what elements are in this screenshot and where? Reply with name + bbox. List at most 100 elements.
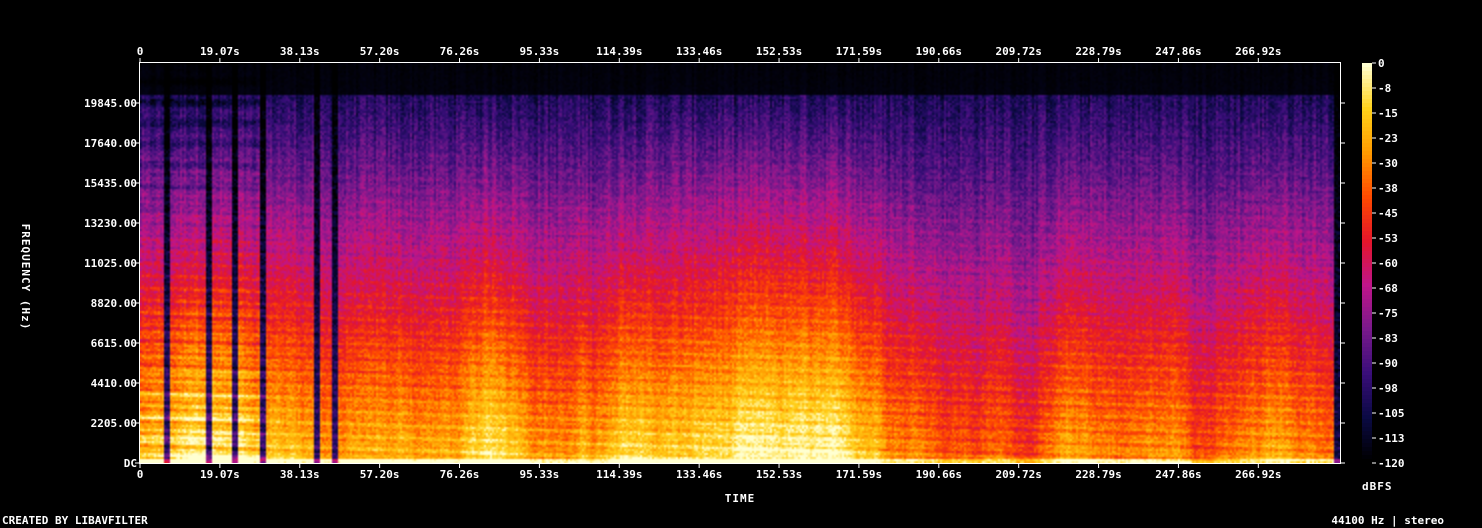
colorbar-segment xyxy=(1362,87,1372,92)
colorbar-segment xyxy=(1362,427,1372,432)
x-tick-label-top: 19.07s xyxy=(200,45,240,58)
colorbar-segment xyxy=(1362,371,1372,376)
colorbar-segment xyxy=(1362,411,1372,416)
colorbar-segment xyxy=(1362,175,1372,180)
colorbar-segment xyxy=(1362,275,1372,280)
colorbar-tick-label: -60 xyxy=(1378,257,1398,270)
colorbar-segment xyxy=(1362,459,1372,464)
x-tick-label-top: 76.26s xyxy=(440,45,480,58)
colorbar-title: dBFS xyxy=(1362,480,1393,493)
colorbar-segment xyxy=(1362,243,1372,248)
x-tick-label-top: 209.72s xyxy=(996,45,1042,58)
colorbar-tick-label: -120 xyxy=(1378,457,1405,470)
colorbar-segment xyxy=(1362,391,1372,396)
colorbar-tick-label: -15 xyxy=(1378,107,1398,120)
colorbar-segment xyxy=(1362,239,1372,244)
colorbar-segment xyxy=(1362,235,1372,240)
colorbar-segment xyxy=(1362,191,1372,196)
colorbar-segment xyxy=(1362,315,1372,320)
colorbar-segment xyxy=(1362,123,1372,128)
footer-format: 44100 Hz | stereo xyxy=(1331,514,1444,527)
colorbar-tick-label: -8 xyxy=(1378,82,1391,95)
colorbar-segment xyxy=(1362,151,1372,156)
y-tick-label: 13230.00 xyxy=(84,217,137,230)
colorbar-segment xyxy=(1362,295,1372,300)
x-tick-label-bottom: 133.46s xyxy=(676,468,722,481)
x-tick-label-top: 152.53s xyxy=(756,45,802,58)
y-tick-label: 19845.00 xyxy=(84,97,137,110)
colorbar-segment xyxy=(1362,387,1372,392)
plot-frame xyxy=(139,62,1341,464)
colorbar-segment xyxy=(1362,83,1372,88)
colorbar-axis: 0 -8 -15 -23 -30 -38 -45 -53 -60 -68 -75 -83 -90 -98 -… xyxy=(1372,57,1405,470)
colorbar-segment xyxy=(1362,71,1372,76)
colorbar-segment xyxy=(1362,227,1372,232)
colorbar-segment xyxy=(1362,91,1372,96)
colorbar-segment xyxy=(1362,167,1372,172)
x-tick-label-bottom: 247.86s xyxy=(1155,468,1201,481)
x-tick-label-bottom: 38.13s xyxy=(280,468,320,481)
colorbar-segment xyxy=(1362,351,1372,356)
colorbar-segment xyxy=(1362,323,1372,328)
spectrogram-figure: 0 19.07s 38.13s 57.20s 76.26s 95.33s 114.39s 13… xyxy=(0,0,1482,528)
x-tick-label-bottom: 0 xyxy=(137,468,144,481)
x-tick-label-bottom: 152.53s xyxy=(756,468,802,481)
x-tick-label-top: 247.86s xyxy=(1155,45,1201,58)
colorbar-segment xyxy=(1362,327,1372,332)
colorbar-segment xyxy=(1362,207,1372,212)
y-tick-label: 17640.00 xyxy=(84,137,137,150)
x-tick-label-bottom: 228.79s xyxy=(1075,468,1121,481)
colorbar-segment xyxy=(1362,331,1372,336)
x-tick-label-top: 114.39s xyxy=(596,45,642,58)
colorbar-segment xyxy=(1362,163,1372,168)
colorbar-segment xyxy=(1362,211,1372,216)
colorbar-segment xyxy=(1362,115,1372,120)
colorbar-segment xyxy=(1362,179,1372,184)
colorbar-segment xyxy=(1362,291,1372,296)
x-tick-label-top: 0 xyxy=(137,45,144,58)
colorbar-segment xyxy=(1362,139,1372,144)
colorbar-tick-label: -75 xyxy=(1378,307,1398,320)
colorbar-segment xyxy=(1362,103,1372,108)
colorbar-segment xyxy=(1362,159,1372,164)
colorbar-segment xyxy=(1362,439,1372,444)
y-axis-title: FREQUENCY (Hz) xyxy=(19,224,32,331)
x-tick-label-top: 133.46s xyxy=(676,45,722,58)
colorbar-segment xyxy=(1362,343,1372,348)
colorbar-segment xyxy=(1362,219,1372,224)
colorbar-segment xyxy=(1362,447,1372,452)
colorbar-segment xyxy=(1362,63,1372,68)
y-tick-label: 11025.00 xyxy=(84,257,137,270)
colorbar-segment xyxy=(1362,299,1372,304)
colorbar-segment xyxy=(1362,455,1372,460)
colorbar-tick-label: -53 xyxy=(1378,232,1398,245)
footer-credit: CREATED BY LIBAVFILTER xyxy=(2,514,148,527)
x-axis-bottom: 0 19.07s 38.13s 57.20s 76.26s 95.33s 114.39s 13… xyxy=(137,463,1281,481)
x-tick-label-bottom: 19.07s xyxy=(200,468,240,481)
colorbar-segment xyxy=(1362,287,1372,292)
colorbar-segment xyxy=(1362,303,1372,308)
colorbar-segment xyxy=(1362,395,1372,400)
x-tick-label-bottom: 95.33s xyxy=(520,468,560,481)
colorbar-segment xyxy=(1362,319,1372,324)
colorbar-tick-label: -90 xyxy=(1378,357,1398,370)
colorbar-segment xyxy=(1362,95,1372,100)
colorbar-segment xyxy=(1362,419,1372,424)
colorbar-segment xyxy=(1362,271,1372,276)
x-tick-label-top: 171.59s xyxy=(836,45,882,58)
colorbar-segment xyxy=(1362,187,1372,192)
x-tick-label-bottom: 114.39s xyxy=(596,468,642,481)
chart-overlay: 0 19.07s 38.13s 57.20s 76.26s 95.33s 114.39s 13… xyxy=(19,45,1405,505)
colorbar-segment xyxy=(1362,355,1372,360)
colorbar-segment xyxy=(1362,215,1372,220)
x-tick-label-bottom: 209.72s xyxy=(996,468,1042,481)
colorbar-segment xyxy=(1362,399,1372,404)
colorbar-tick-label: -113 xyxy=(1378,432,1405,445)
colorbar-segment xyxy=(1362,199,1372,204)
colorbar-segment xyxy=(1362,383,1372,388)
colorbar-segment xyxy=(1362,247,1372,252)
colorbar-segment xyxy=(1362,75,1372,80)
colorbar-segment xyxy=(1362,379,1372,384)
colorbar-segment xyxy=(1362,147,1372,152)
y-tick-label: 15435.00 xyxy=(84,177,137,190)
